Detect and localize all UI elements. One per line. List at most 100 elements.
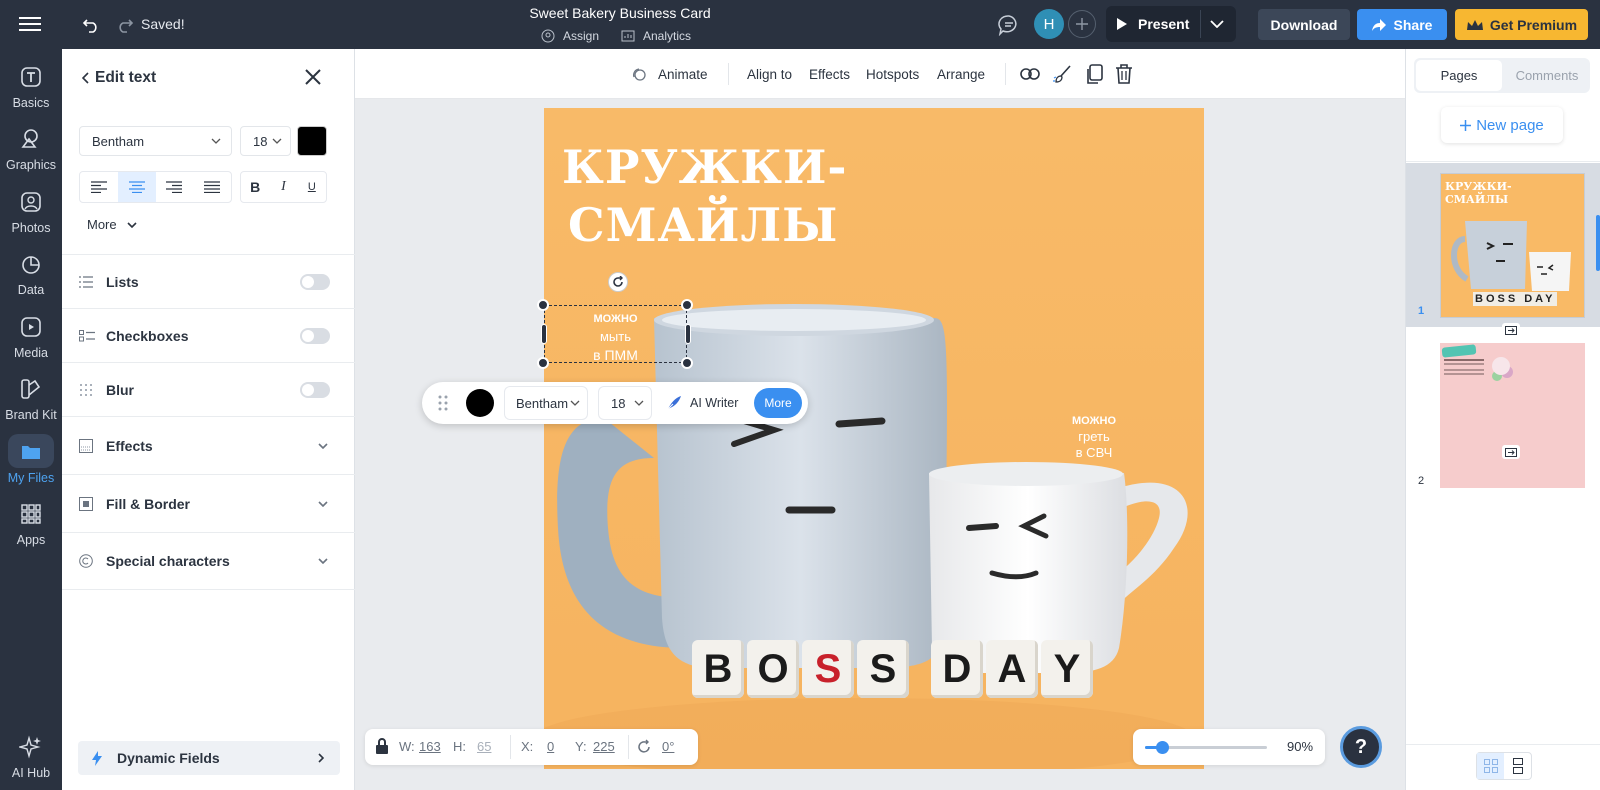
- grid-view-button[interactable]: [1477, 753, 1504, 779]
- drag-handle-icon[interactable]: [438, 395, 448, 411]
- resize-handle-right[interactable]: [685, 324, 691, 344]
- list-view-button[interactable]: [1504, 753, 1531, 779]
- align-right-button[interactable]: [156, 172, 194, 202]
- tab-pages[interactable]: Pages: [1416, 60, 1502, 91]
- floating-font-select[interactable]: Bentham: [504, 386, 588, 420]
- text-t-icon: [21, 67, 41, 87]
- rotation-value[interactable]: 0°: [662, 739, 674, 754]
- width-value[interactable]: 163: [419, 739, 441, 754]
- floating-more-button[interactable]: More: [754, 388, 802, 418]
- special-characters-row[interactable]: Special characters: [62, 532, 355, 590]
- rail-item-media[interactable]: Media: [0, 305, 62, 367]
- rail-label-ai-hub: AI Hub: [11, 766, 51, 780]
- page-item-2[interactable]: 2: [1406, 339, 1600, 499]
- rail-item-apps[interactable]: Apps: [0, 492, 62, 554]
- pages-panel: Pages Comments New page 1 КРУЖКИ- СМАЙЛЫ…: [1405, 49, 1600, 790]
- delete-button[interactable]: [1115, 49, 1133, 99]
- comments-icon[interactable]: [997, 13, 1021, 37]
- effects-row[interactable]: Effects: [62, 416, 355, 474]
- lists-row[interactable]: Lists: [62, 254, 355, 308]
- analytics-button[interactable]: Analytics: [621, 27, 691, 45]
- italic-button[interactable]: I: [269, 172, 297, 202]
- side-line-3: в СВЧ: [1075, 445, 1113, 460]
- rail-item-brand-kit[interactable]: Brand Kit: [0, 367, 62, 429]
- rail-label-brand-kit: Brand Kit: [5, 408, 57, 422]
- bold-button[interactable]: B: [241, 172, 269, 202]
- ai-writer-button[interactable]: AI Writer: [666, 386, 738, 420]
- more-options-button[interactable]: More: [87, 217, 137, 232]
- rail-item-graphics[interactable]: Graphics: [0, 117, 62, 179]
- design-canvas[interactable]: B O S S D A Y КРУЖКИ- СМАЙЛЫ можно греть…: [544, 108, 1204, 769]
- get-premium-button[interactable]: Get Premium: [1455, 9, 1588, 40]
- microwave-text[interactable]: можно греть в СВЧ: [1054, 413, 1134, 461]
- download-button[interactable]: Download: [1258, 9, 1350, 40]
- rail-item-photos[interactable]: Photos: [0, 180, 62, 242]
- page-item-1[interactable]: 1 КРУЖКИ- СМАЙЛЫ BOSS DAY: [1406, 163, 1600, 337]
- blur-row[interactable]: Blur: [62, 362, 355, 416]
- font-size-select[interactable]: 18: [240, 126, 291, 156]
- help-button[interactable]: ?: [1340, 726, 1382, 768]
- floating-color-swatch[interactable]: [466, 389, 494, 417]
- rail-item-data[interactable]: Data: [0, 242, 62, 304]
- lists-toggle[interactable]: [300, 273, 330, 290]
- page-number-1: 1: [1418, 305, 1425, 317]
- sel-line-2: мыть: [599, 329, 631, 344]
- resize-handle-left[interactable]: [541, 324, 547, 344]
- fill-border-row[interactable]: Fill & Border: [62, 474, 355, 532]
- assign-button[interactable]: Assign: [541, 27, 599, 45]
- effects-button[interactable]: Effects: [809, 49, 850, 99]
- undo-icon[interactable]: [80, 14, 102, 36]
- rail-item-ai-hub[interactable]: AI Hub: [0, 725, 62, 787]
- back-button[interactable]: Edit text: [82, 69, 156, 87]
- x-value[interactable]: 0: [547, 739, 554, 754]
- brand-kit-icon: [21, 379, 41, 399]
- letter-block: A: [986, 640, 1038, 698]
- animate-button[interactable]: Animate: [632, 49, 708, 99]
- floating-size-select[interactable]: 18: [598, 386, 652, 420]
- close-panel-button[interactable]: [305, 69, 321, 85]
- height-value[interactable]: 65: [477, 739, 491, 754]
- resize-handle-bottom-left[interactable]: [537, 357, 549, 369]
- align-center-button[interactable]: [117, 172, 156, 202]
- underline-button[interactable]: U: [298, 172, 326, 202]
- page-transition-icon[interactable]: [1502, 323, 1520, 337]
- hotspots-button[interactable]: Hotspots: [866, 49, 919, 99]
- hamburger-menu-icon[interactable]: [18, 14, 42, 34]
- duplicate-button[interactable]: [1085, 49, 1103, 99]
- blur-toggle[interactable]: [300, 381, 330, 398]
- zoom-slider-thumb[interactable]: [1156, 741, 1169, 754]
- format-painter-button[interactable]: [1052, 49, 1072, 99]
- selected-text-box[interactable]: можно мыть в ПММ: [544, 305, 687, 363]
- new-page-button[interactable]: New page: [1441, 107, 1563, 143]
- document-title[interactable]: Sweet Bakery Business Card: [520, 5, 720, 21]
- link-button[interactable]: [1020, 49, 1040, 99]
- share-button[interactable]: Share: [1357, 9, 1447, 40]
- user-avatar[interactable]: H: [1034, 9, 1064, 39]
- lock-icon[interactable]: [375, 738, 389, 755]
- align-justify-button[interactable]: [193, 172, 231, 202]
- headline-text[interactable]: КРУЖКИ- СМАЙЛЫ: [562, 138, 862, 254]
- checkboxes-row[interactable]: Checkboxes: [62, 308, 355, 362]
- align-left-button[interactable]: [80, 172, 118, 202]
- rail-item-my-files[interactable]: My Files: [0, 430, 62, 492]
- tab-comments[interactable]: Comments: [1504, 60, 1590, 91]
- add-collaborator-button[interactable]: [1068, 10, 1096, 38]
- arrange-button[interactable]: Arrange: [937, 49, 985, 99]
- font-family-select[interactable]: Bentham: [79, 126, 232, 156]
- sel-line-3: в ПММ: [593, 347, 638, 363]
- text-color-swatch[interactable]: [297, 126, 327, 156]
- resize-handle-top-left[interactable]: [537, 299, 549, 311]
- resize-handle-bottom-right[interactable]: [681, 357, 693, 369]
- y-value[interactable]: 225: [593, 739, 615, 754]
- dynamic-fields-button[interactable]: Dynamic Fields: [78, 741, 340, 775]
- page-scrollbar[interactable]: [1596, 215, 1600, 271]
- redo-icon[interactable]: [114, 14, 136, 36]
- present-dropdown-button[interactable]: [1200, 10, 1232, 38]
- checkboxes-toggle[interactable]: [300, 327, 330, 344]
- rotate-handle[interactable]: [608, 272, 628, 292]
- present-button[interactable]: Present: [1116, 10, 1189, 38]
- rail-item-basics[interactable]: Basics: [0, 55, 62, 117]
- align-to-button[interactable]: Align to: [747, 49, 792, 99]
- page-transition-icon[interactable]: [1502, 445, 1520, 459]
- resize-handle-top-right[interactable]: [681, 299, 693, 311]
